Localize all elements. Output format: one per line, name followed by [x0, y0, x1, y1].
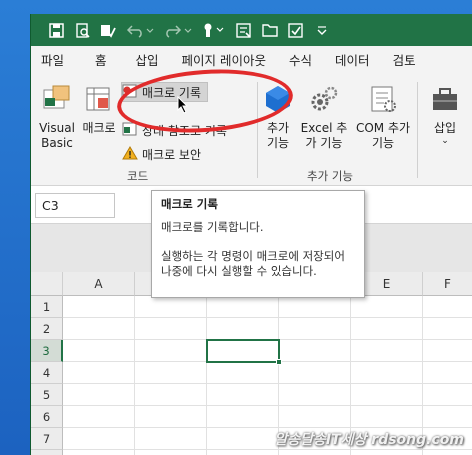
tab-data[interactable]: 데이터 — [321, 46, 379, 76]
com-addins-button[interactable]: COM 추가 기능 — [355, 84, 411, 151]
gridline — [206, 296, 207, 455]
row-header-5[interactable]: 5 — [31, 384, 63, 406]
tab-file[interactable]: 파일 — [31, 46, 73, 76]
com-addins-label: COM 추가 기능 — [355, 121, 411, 150]
tooltip-description: 매크로를 기록합니다. — [161, 220, 264, 234]
spreadsheet-grid[interactable]: A B C D E F 1 2 3 4 5 6 7 8 — [31, 272, 472, 455]
selected-cell-c3[interactable] — [206, 339, 280, 363]
tooltip-detail: 실행하는 각 명령이 매크로에 저장되어 나중에 다시 실행할 수 있습니다. — [161, 249, 345, 278]
tab-review[interactable]: 검토 — [379, 46, 425, 76]
visual-basic-label: Visual Basic — [39, 121, 75, 150]
redo-icon[interactable] — [161, 19, 195, 41]
visual-basic-icon — [37, 84, 77, 118]
com-addins-icon — [355, 84, 411, 118]
macros-label: 매크로 — [82, 121, 116, 135]
group-divider — [417, 82, 418, 178]
tab-insert[interactable]: 삽입 — [116, 46, 168, 76]
macro-security-label: 매크로 보안 — [142, 147, 202, 162]
group-label-addins: 추가 기능 — [307, 169, 353, 183]
folder-icon[interactable] — [259, 19, 281, 41]
column-header-a[interactable]: A — [63, 272, 135, 296]
excel-window: 파일 홈 삽입 페이지 레이아웃 수식 데이터 검토 Visual Basic … — [30, 14, 472, 455]
macro-security-button[interactable]: 매크로 보안 — [122, 144, 201, 164]
gridline — [63, 383, 472, 384]
row-header-4[interactable]: 4 — [31, 362, 63, 384]
record-macro-tooltip: 매크로 기록 매크로를 기록합니다. 실행하는 각 명령이 매크로에 저장되어 … — [151, 190, 365, 298]
tab-home[interactable]: 홈 — [73, 46, 116, 76]
customize-qat-icon[interactable] — [311, 19, 333, 41]
macros-icon — [81, 84, 117, 118]
fill-handle[interactable] — [276, 359, 282, 365]
quick-access-toolbar — [31, 14, 472, 46]
row-header-6[interactable]: 6 — [31, 406, 63, 428]
insert-controls-label: 삽입 — [433, 121, 457, 135]
form-icon[interactable] — [233, 19, 255, 41]
row-header-3[interactable]: 3 — [31, 340, 63, 362]
gridline — [63, 405, 472, 406]
toolbox-icon — [425, 84, 465, 118]
touch-mode-icon[interactable] — [199, 19, 229, 41]
check-form-icon[interactable] — [285, 19, 307, 41]
chevron-down-icon: ⌄ — [441, 136, 449, 146]
name-box[interactable]: C3 — [35, 193, 115, 218]
tab-formulas[interactable]: 수식 — [275, 46, 321, 76]
spelling-icon[interactable] — [97, 19, 119, 41]
row-header-8[interactable]: 8 — [31, 450, 63, 455]
print-preview-icon[interactable] — [71, 19, 93, 41]
undo-icon[interactable] — [123, 19, 157, 41]
tooltip-title: 매크로 기록 — [161, 197, 218, 211]
watermark: 알송달송IT세상 rdsong.com — [274, 432, 464, 448]
excel-addins-button[interactable]: Excel 추가 기능 — [299, 84, 349, 151]
gridline — [63, 427, 472, 428]
select-all-corner[interactable] — [31, 272, 63, 296]
warning-icon — [122, 145, 138, 163]
excel-addins-label: Excel 추가 기능 — [300, 121, 348, 150]
gridline — [63, 317, 472, 318]
gears-icon — [299, 84, 349, 118]
visual-basic-button[interactable]: Visual Basic — [37, 84, 77, 151]
insert-controls-button[interactable]: 삽입 ⌄ — [425, 84, 465, 146]
group-label-code: 코드 — [127, 169, 149, 183]
save-icon[interactable] — [45, 19, 67, 41]
row-header-7[interactable]: 7 — [31, 428, 63, 450]
macros-button[interactable]: 매크로 — [81, 84, 117, 136]
addins-label: 추가 기능 — [266, 121, 290, 150]
row-header-2[interactable]: 2 — [31, 318, 63, 340]
gridline — [134, 296, 135, 455]
gridline — [63, 449, 472, 450]
column-header-f[interactable]: F — [423, 272, 472, 296]
row-header-1[interactable]: 1 — [31, 296, 63, 318]
